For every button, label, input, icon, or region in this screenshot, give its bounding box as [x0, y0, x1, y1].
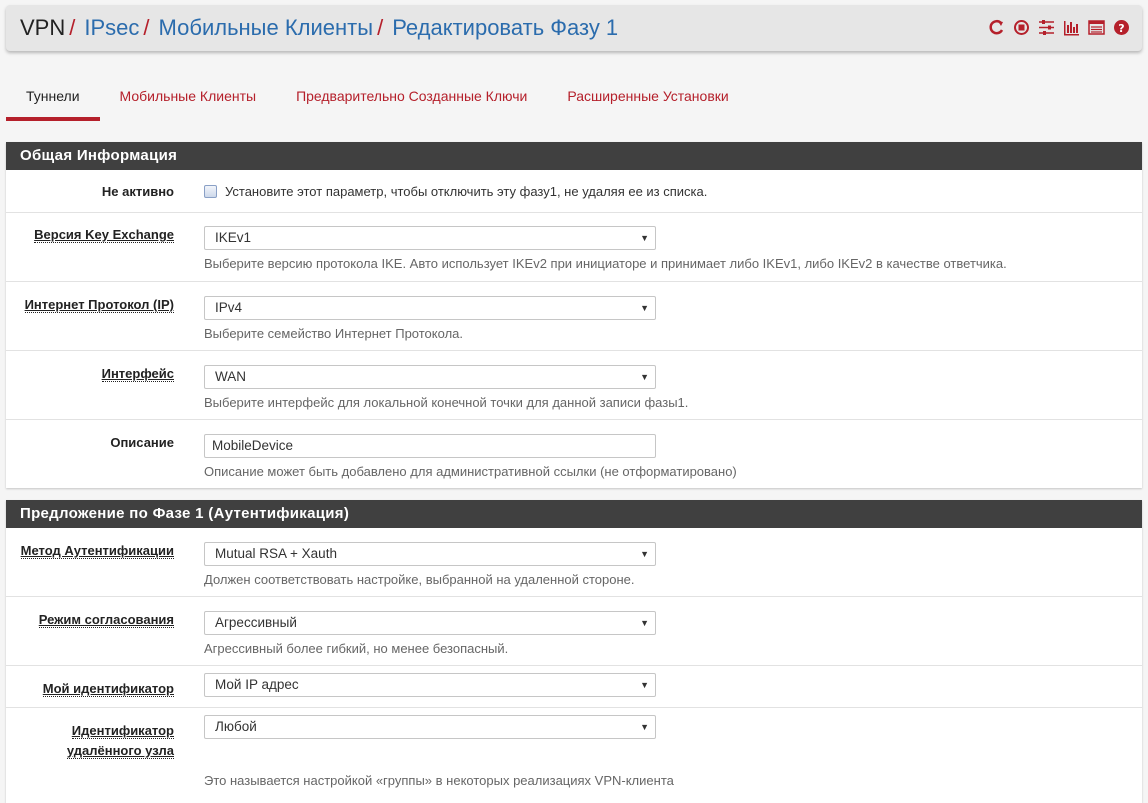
chevron-down-icon: ▼ — [640, 618, 649, 628]
negotiation-mode-select[interactable]: Агрессивный ▼ — [204, 611, 656, 635]
tab-advanced-settings[interactable]: Расширенные Установки — [547, 82, 748, 121]
field-label-text: Версия Key Exchange — [34, 227, 174, 243]
field-label[interactable]: Версия Key Exchange — [34, 225, 174, 245]
protocol-select[interactable]: IPv4 ▼ — [204, 296, 656, 320]
tab-mobile-clients[interactable]: Мобильные Клиенты — [100, 82, 277, 121]
row-negotiation-mode: Режим согласования Агрессивный ▼ Агрессив… — [6, 597, 1142, 666]
breadcrumb-separator: / — [69, 15, 76, 40]
general-info-panel: Общая Информация Не активно Установите э… — [6, 142, 1142, 488]
field-label[interactable]: Интерфейс — [101, 364, 174, 384]
breadcrumb-edit-phase1[interactable]: Редактировать Фазу 1 — [392, 15, 618, 41]
chevron-down-icon: ▼ — [640, 722, 649, 732]
help-text: Описание может быть добавлено для админи… — [204, 464, 737, 479]
disabled-checkbox[interactable] — [204, 185, 217, 198]
field-label-text: Метод Аутентификации — [20, 543, 174, 559]
page-header: VPN / IPsec / Мобильные Клиенты / Редактиро… — [6, 5, 1142, 51]
auth-proposal-panel: Предложение по Фазе 1 (Аутентификация) М… — [6, 500, 1142, 803]
row-my-identifier: Мой идентификатор Мой IP адрес ▼ — [6, 666, 1142, 708]
peer-identifier-select[interactable]: Любой ▼ — [204, 715, 656, 739]
tab-bar: Туннели Мобильные Клиенты Предварительно… — [6, 82, 749, 122]
select-value: Mutual RSA + Xauth — [215, 546, 337, 561]
chevron-down-icon: ▼ — [640, 303, 649, 313]
help-text: Выберите семейство Интернет Протокола. — [204, 326, 463, 341]
help-text: Это называется настройкой «группы» в нек… — [204, 773, 674, 788]
row-key-exchange: Версия Key Exchange IKEv1 ▼ Выберите верс… — [6, 213, 1142, 282]
panel-title: Общая Информация — [6, 142, 1142, 170]
tab-pre-shared-keys[interactable]: Предварительно Созданные Ключи — [276, 82, 547, 121]
field-label: Не активно — [101, 184, 174, 199]
row-interface: Интерфейс WAN ▼ Выберите интерфейс для ло… — [6, 351, 1142, 420]
field-label[interactable]: Идентификатор удалённого узла — [66, 721, 174, 761]
help-text: Выберите версию протокола IKE. Авто испо… — [204, 256, 1007, 271]
help-text: Агрессивный более гибкий, но менее безоп… — [204, 641, 509, 656]
breadcrumb-separator: / — [377, 15, 384, 40]
select-value: IKEv1 — [215, 230, 252, 245]
sliders-icon[interactable] — [1038, 19, 1055, 36]
help-icon[interactable]: ? — [1113, 19, 1130, 36]
svg-text:?: ? — [1118, 22, 1124, 35]
select-value: Мой IP адрес — [215, 677, 299, 692]
field-label[interactable]: Интернет Протокол (IP) — [24, 295, 174, 315]
list-icon[interactable] — [1088, 19, 1105, 36]
row-description: Описание MobileDevice Описание может быт… — [6, 420, 1142, 488]
chart-icon[interactable] — [1063, 19, 1080, 36]
field-label[interactable]: Мой идентификатор — [42, 679, 174, 699]
tab-tunnels[interactable]: Туннели — [6, 82, 100, 121]
row-disabled: Не активно Установите этот параметр, что… — [6, 170, 1142, 213]
field-label-text: удалённого узла — [66, 743, 174, 759]
row-peer-identifier: Идентификатор удалённого узла Любой ▼ Это … — [6, 708, 1142, 802]
checkbox-text: Установите этот параметр, чтобы отключит… — [225, 184, 708, 199]
select-value: IPv4 — [215, 300, 243, 315]
field-label[interactable]: Метод Аутентификации — [20, 541, 174, 561]
chevron-down-icon: ▼ — [640, 680, 649, 690]
help-text: Должен соответствовать настройке, выбран… — [204, 572, 635, 587]
field-label-text: Идентификатор — [71, 723, 174, 739]
refresh-icon[interactable] — [988, 19, 1005, 36]
help-text: Выберите интерфейс для локальной конечно… — [204, 395, 689, 410]
field-label-text: Режим согласования — [38, 612, 174, 628]
select-value: Агрессивный — [215, 615, 297, 630]
description-input[interactable]: MobileDevice — [204, 434, 656, 458]
row-internet-protocol: Интернет Протокол (IP) IPv4 ▼ Выберите се… — [6, 282, 1142, 351]
breadcrumb-separator: / — [143, 15, 150, 40]
field-label: Описание — [110, 435, 174, 450]
field-label-text: Мой идентификатор — [42, 681, 174, 697]
select-value: Любой — [215, 719, 257, 734]
header-icons: ? — [988, 19, 1130, 36]
chevron-down-icon: ▼ — [640, 233, 649, 243]
field-label[interactable]: Режим согласования — [38, 610, 174, 630]
chevron-down-icon: ▼ — [640, 372, 649, 382]
disabled-control: Установите этот параметр, чтобы отключит… — [204, 184, 707, 199]
field-label-text: Интернет Протокол (IP) — [24, 297, 174, 313]
panel-title: Предложение по Фазе 1 (Аутентификация) — [6, 500, 1142, 528]
auth-method-select[interactable]: Mutual RSA + Xauth ▼ — [204, 542, 656, 566]
row-auth-method: Метод Аутентификации Mutual RSA + Xauth ▼… — [6, 528, 1142, 597]
interface-select[interactable]: WAN ▼ — [204, 365, 656, 389]
field-label-text: Интерфейс — [101, 366, 174, 382]
my-identifier-select[interactable]: Мой IP адрес ▼ — [204, 673, 656, 697]
select-value: WAN — [215, 369, 246, 384]
breadcrumb-vpn[interactable]: VPN — [20, 15, 65, 41]
key-exchange-select[interactable]: IKEv1 ▼ — [204, 226, 656, 250]
breadcrumb-ipsec[interactable]: IPsec — [84, 15, 139, 41]
chevron-down-icon: ▼ — [640, 549, 649, 559]
breadcrumb-mobile-clients[interactable]: Мобильные Клиенты — [159, 15, 374, 41]
stop-icon[interactable] — [1013, 19, 1030, 36]
